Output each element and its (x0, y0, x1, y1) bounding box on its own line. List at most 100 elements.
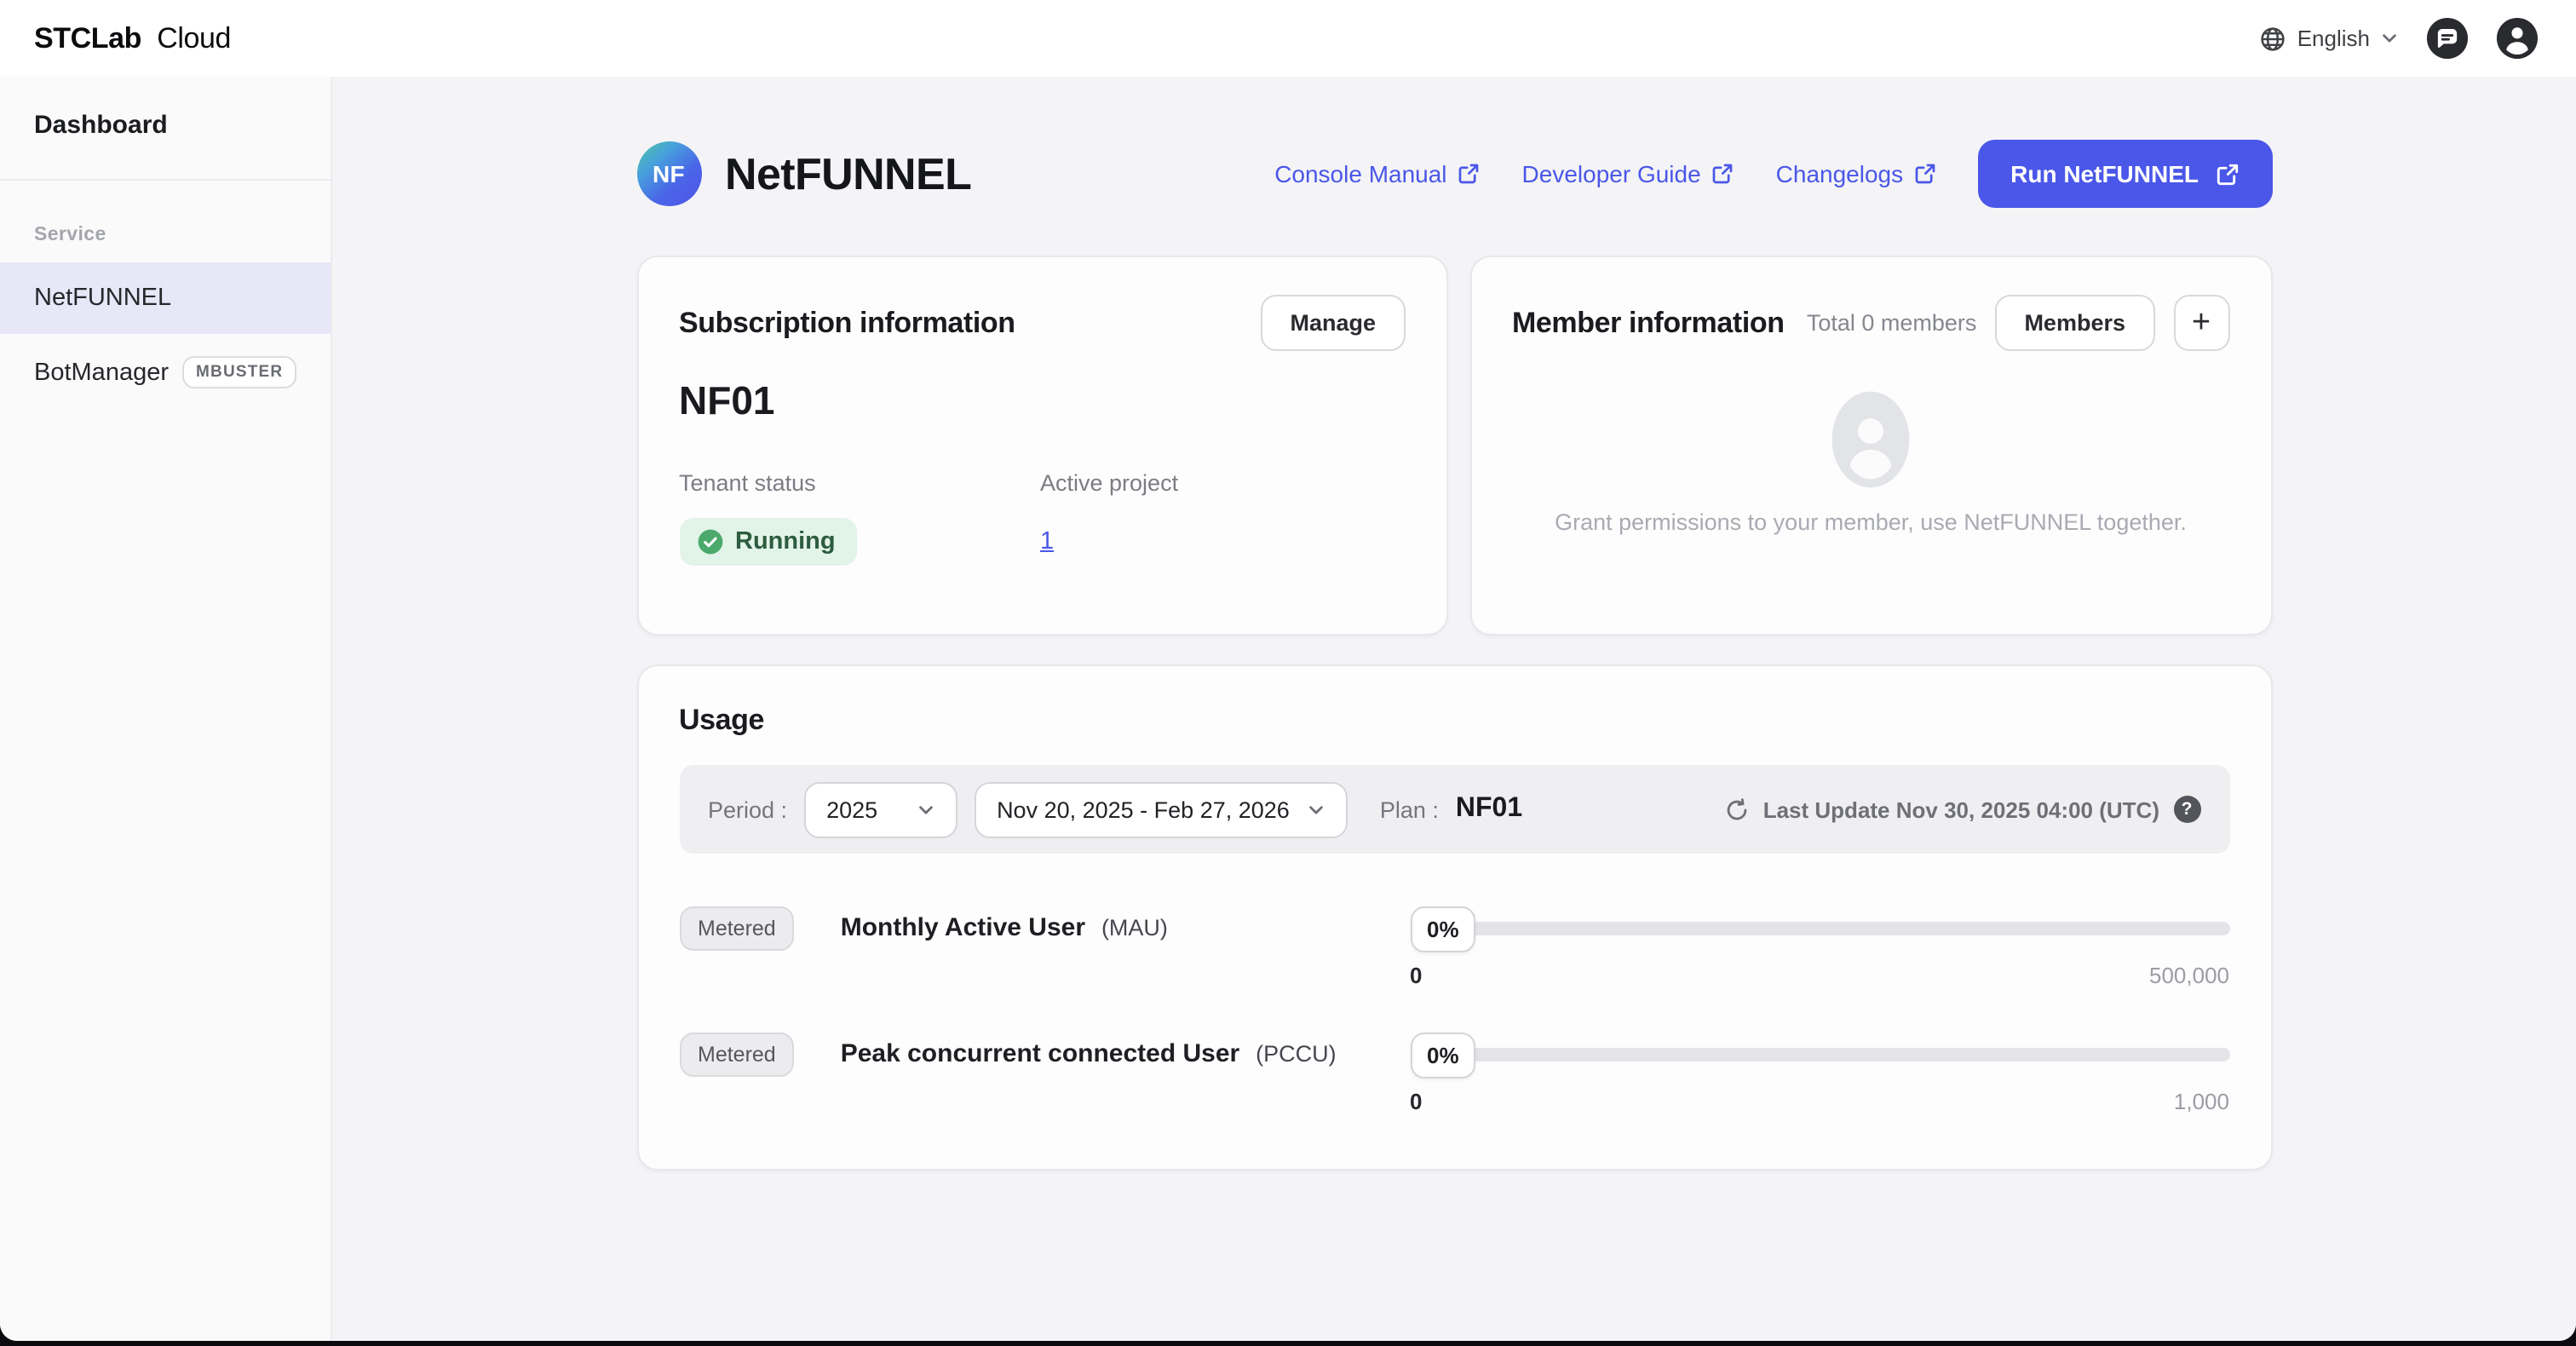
page-title: NetFUNNEL (725, 147, 971, 200)
meter-mau-abbr: (MAU) (1101, 915, 1168, 940)
member-card: Member information Total 0 members Membe… (1469, 256, 2272, 636)
developer-guide-link[interactable]: Developer Guide (1522, 160, 1735, 187)
status-badge-text: Running (735, 528, 836, 555)
help-icon[interactable]: ? (2173, 796, 2200, 823)
meter-pccu-limits: 0 1,000 (1410, 1089, 2229, 1114)
meter-pccu-track (1427, 1048, 2229, 1061)
header-actions: Console Manual Developer Guide (1274, 140, 2272, 208)
console-manual-link[interactable]: Console Manual (1274, 160, 1481, 187)
stage: STCLab Cloud English (0, 0, 2576, 1346)
subscription-title: Subscription information (679, 306, 1015, 340)
meter-mau-info: Metered Monthly Active User (MAU) (679, 903, 1410, 954)
topbar: STCLab Cloud English (0, 0, 2576, 77)
sidebar: Dashboard Service NetFUNNEL BotManager M… (0, 77, 332, 1341)
member-header-actions: Total 0 members Members + (1807, 295, 2229, 351)
meter-mau-progress: 0% 0 500,000 (1410, 903, 2229, 988)
meter-mau-percent: 0% (1410, 906, 1476, 952)
chevron-down-icon (2380, 29, 2399, 48)
usage-meters: Metered Monthly Active User (MAU) (679, 903, 2229, 1114)
chevron-down-icon (1307, 800, 1325, 819)
run-netfunnel-label: Run NetFUNNEL (2010, 160, 2199, 187)
plan-label: Plan : (1380, 797, 1439, 822)
meter-mau-track (1427, 922, 2229, 935)
manage-button[interactable]: Manage (1261, 295, 1405, 351)
run-netfunnel-button[interactable]: Run NetFUNNEL (1978, 140, 2272, 208)
main-area: NF NetFUNNEL Console Manual Deve (332, 77, 2576, 1341)
plan-value: NF01 (1456, 794, 1522, 825)
check-circle-icon (696, 528, 723, 555)
subscription-card: Subscription information Manage NF01 Ten… (636, 256, 1447, 636)
period-label: Period : (708, 797, 787, 822)
sidebar-item-netfunnel[interactable]: NetFUNNEL (0, 262, 331, 334)
globe-icon (2260, 25, 2287, 52)
status-badge: Running (679, 518, 858, 566)
meter-pccu-limit: 1,000 (2174, 1089, 2229, 1114)
date-range-select[interactable]: Nov 20, 2025 - Feb 27, 2026 (975, 781, 1348, 837)
content-column: NF NetFUNNEL Console Manual Deve (636, 77, 2272, 1171)
changelogs-label: Changelogs (1776, 160, 1903, 187)
subscription-fields: Tenant status Running Act (679, 470, 1405, 566)
meter-pccu-bar-line: 0% (1410, 1029, 2229, 1080)
user-account-icon[interactable] (2496, 17, 2539, 60)
metered-badge: Metered (679, 1033, 795, 1077)
sidebar-item-botmanager[interactable]: BotManager MBUSTER (0, 334, 331, 411)
netfunnel-logo-text: NF (653, 160, 685, 187)
chevron-down-icon (917, 800, 935, 819)
meter-mau-bar-line: 0% (1410, 903, 2229, 954)
subscription-plan-name: NF01 (679, 378, 1405, 424)
tenant-status-label: Tenant status (679, 470, 1040, 496)
external-link-icon (1711, 162, 1735, 186)
meter-mau-name: Monthly Active User (841, 913, 1085, 942)
brand-bold: STCLab (34, 21, 141, 54)
usage-filter-row: Period : 2025 Nov 20, 2025 - Feb 27, 202… (679, 765, 2229, 854)
metered-badge: Metered (679, 906, 795, 951)
member-title: Member information (1512, 306, 1785, 340)
member-card-header: Member information Total 0 members Membe… (1512, 295, 2229, 351)
changelogs-link[interactable]: Changelogs (1776, 160, 1937, 187)
topbar-actions: English (2260, 17, 2539, 60)
last-update-text: Last Update Nov 30, 2025 04:00 (UTC) (1763, 797, 2159, 822)
meter-pccu-name: Peak concurrent connected User (841, 1039, 1240, 1068)
page-header: NF NetFUNNEL Console Manual Deve (636, 140, 2272, 208)
sidebar-item-dashboard[interactable]: Dashboard (0, 77, 331, 181)
language-switcher[interactable]: English (2260, 25, 2399, 52)
meter-pccu-current: 0 (1410, 1089, 1422, 1114)
app-window: STCLab Cloud English (0, 0, 2576, 1341)
mbuster-badge: MBUSTER (182, 356, 296, 388)
brand-regular-text: Cloud (157, 21, 231, 54)
sidebar-section-service: Service (0, 181, 331, 262)
meter-pccu-name-group: Peak concurrent connected User (PCCU) (841, 1039, 1337, 1070)
netfunnel-logo: NF (636, 141, 701, 206)
year-select[interactable]: 2025 (804, 781, 957, 837)
meter-pccu-info: Metered Peak concurrent connected User (… (679, 1029, 1410, 1080)
last-update: Last Update Nov 30, 2025 04:00 (UTC) ? (1724, 796, 2200, 823)
developer-guide-label: Developer Guide (1522, 160, 1701, 187)
cards-row: Subscription information Manage NF01 Ten… (636, 256, 2272, 636)
refresh-icon[interactable] (1724, 797, 1750, 822)
meter-row-pccu: Metered Peak concurrent connected User (… (679, 1029, 2229, 1114)
brand-regular (149, 21, 157, 54)
year-select-value: 2025 (826, 797, 877, 822)
active-project-field: Active project 1 (1040, 470, 1178, 566)
members-button[interactable]: Members (1995, 295, 2154, 351)
tenant-status-field: Tenant status Running (679, 470, 1040, 566)
sidebar-item-label: BotManager (34, 359, 169, 386)
meter-pccu-progress: 0% 0 1,000 (1410, 1029, 2229, 1114)
active-project-link[interactable]: 1 (1040, 528, 1054, 555)
member-empty-message: Grant permissions to your member, use Ne… (1555, 509, 2187, 535)
support-chat-icon[interactable] (2426, 17, 2469, 60)
meter-pccu-abbr: (PCCU) (1256, 1041, 1337, 1067)
external-link-icon (1913, 162, 1937, 186)
language-label: English (2297, 26, 2370, 51)
add-member-button[interactable]: + (2173, 295, 2229, 351)
external-link-icon (1458, 162, 1481, 186)
usage-card: Usage Period : 2025 Nov 20, 2025 - Feb 2… (636, 664, 2272, 1171)
member-empty-state: Grant permissions to your member, use Ne… (1512, 351, 2229, 535)
console-manual-label: Console Manual (1274, 160, 1446, 187)
external-link-icon (2214, 161, 2240, 187)
body-row: Dashboard Service NetFUNNEL BotManager M… (0, 77, 2576, 1341)
meter-mau-current: 0 (1410, 963, 1422, 988)
brand-logo: STCLab Cloud (34, 21, 231, 55)
meter-mau-limit: 500,000 (2149, 963, 2229, 988)
meter-pccu-percent: 0% (1410, 1032, 1476, 1078)
